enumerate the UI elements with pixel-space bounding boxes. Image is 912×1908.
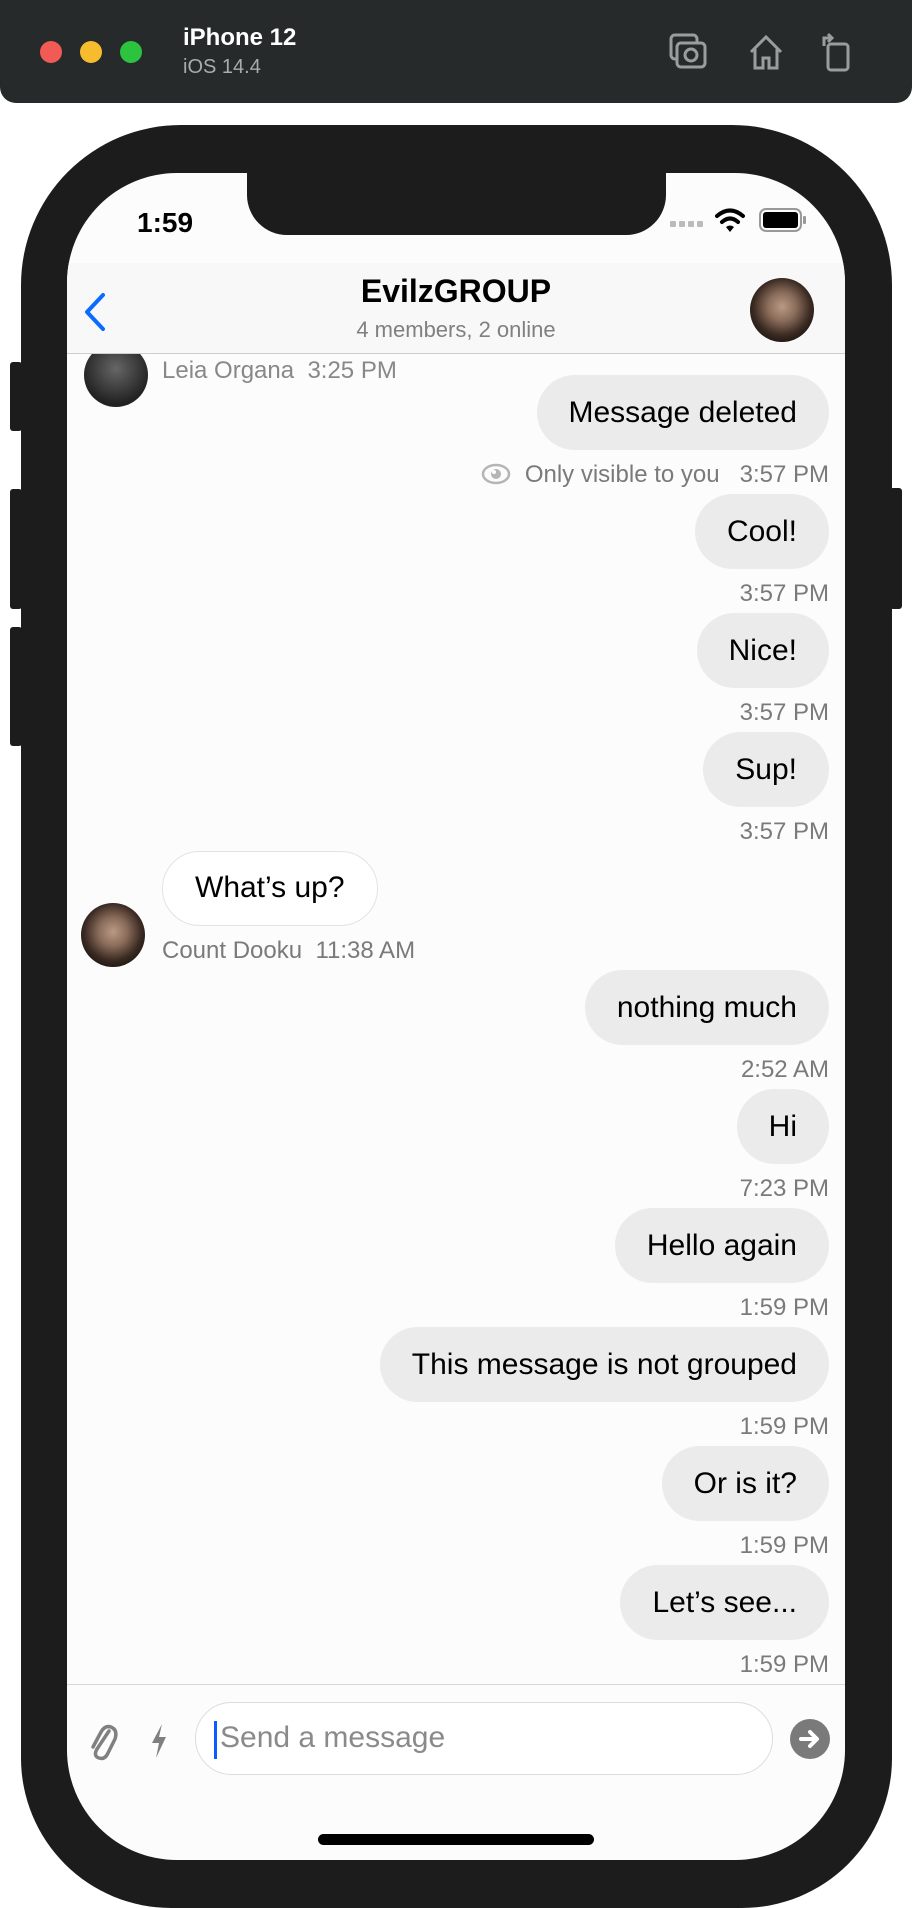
paperclip-icon[interactable] xyxy=(87,1721,119,1761)
close-window-button[interactable] xyxy=(40,41,62,63)
message-meta: 1:59 PM xyxy=(740,1651,829,1679)
status-time: 1:59 xyxy=(137,207,194,238)
signal-icon xyxy=(670,221,703,227)
group-avatar[interactable] xyxy=(750,278,814,342)
message-meta: 3:57 PM xyxy=(740,818,829,846)
message-meta: 2:52 AM xyxy=(741,1056,829,1084)
sender-avatar[interactable] xyxy=(81,903,145,967)
composer-divider xyxy=(67,1684,845,1685)
home-icon[interactable] xyxy=(746,32,786,72)
minimize-window-button[interactable] xyxy=(80,41,102,63)
message-time: 3:57 PM xyxy=(739,461,829,488)
chat-title: EvilzGROUP xyxy=(360,273,552,309)
chat-subtitle: 4 members, 2 online xyxy=(356,317,556,342)
message-meta: 1:59 PM xyxy=(740,1294,829,1322)
home-indicator[interactable] xyxy=(318,1834,594,1845)
message-time: 3:25 PM xyxy=(307,357,397,384)
wifi-icon xyxy=(715,208,745,232)
message-time: 1:59 PM xyxy=(739,1651,829,1678)
chat-header: EvilzGROUP 4 members, 2 online xyxy=(67,263,845,354)
message-input-placeholder: Send a message xyxy=(220,1721,446,1754)
message-time: 3:57 PM xyxy=(739,580,829,607)
zoom-window-button[interactable] xyxy=(120,41,142,63)
message-time: 2:52 AM xyxy=(740,1056,829,1083)
message-meta: 3:57 PM xyxy=(740,699,829,727)
visibility-note: Only visible to you xyxy=(524,461,720,488)
message-meta: 7:23 PM xyxy=(740,1175,829,1203)
partial-message-meta: Leia Organa 3:25 PM xyxy=(162,357,397,385)
outgoing-message-bubble[interactable]: Cool! xyxy=(694,494,829,569)
message-time: 1:59 PM xyxy=(739,1532,829,1559)
message-input[interactable]: Send a message xyxy=(195,1702,773,1775)
outgoing-message-bubble[interactable]: Hi xyxy=(736,1089,829,1164)
battery-icon xyxy=(759,208,806,232)
outgoing-message-bubble[interactable]: Let’s see... xyxy=(620,1565,829,1640)
message-time: 11:38 AM xyxy=(315,937,416,964)
sender-name: Leia Organa xyxy=(162,357,295,384)
message-meta: 1:59 PM xyxy=(740,1413,829,1441)
outgoing-message-bubble[interactable]: Or is it? xyxy=(661,1446,829,1521)
message-time: 3:57 PM xyxy=(739,818,829,845)
outgoing-message-bubble[interactable]: Message deleted xyxy=(536,375,829,450)
eye-icon xyxy=(481,463,511,485)
outgoing-message-bubble[interactable]: Nice! xyxy=(696,613,829,688)
rotate-icon[interactable] xyxy=(818,32,858,72)
message-meta: Count Dooku 11:38 AM xyxy=(162,937,415,965)
message-meta: Only visible to you 3:57 PM xyxy=(481,461,829,489)
os-version: iOS 14.4 xyxy=(183,56,261,78)
simulator-toolbar: iPhone 12 iOS 14.4 xyxy=(0,0,912,103)
screen: 1:59 Leia Organa 3:25 PM EvilzGROUP 4 me… xyxy=(67,173,845,1860)
notch xyxy=(247,173,666,235)
incoming-message-bubble[interactable]: What’s up? xyxy=(162,851,378,926)
device-frame: 1:59 Leia Organa 3:25 PM EvilzGROUP 4 me… xyxy=(21,125,892,1908)
outgoing-message-bubble[interactable]: Sup! xyxy=(703,732,829,807)
message-time: 3:57 PM xyxy=(739,699,829,726)
send-button[interactable] xyxy=(789,1718,831,1760)
sender-name: Count Dooku xyxy=(162,937,303,964)
message-meta: 3:57 PM xyxy=(740,580,829,608)
message-time: 1:59 PM xyxy=(739,1413,829,1440)
device-name: iPhone 12 xyxy=(183,24,297,51)
outgoing-message-bubble[interactable]: Hello again xyxy=(614,1208,829,1283)
lightning-icon[interactable] xyxy=(149,1723,169,1759)
screenshot-icon[interactable] xyxy=(668,32,708,72)
message-time: 7:23 PM xyxy=(739,1175,829,1202)
outgoing-message-bubble[interactable]: This message is not grouped xyxy=(379,1327,829,1402)
outgoing-message-bubble[interactable]: nothing much xyxy=(584,970,829,1045)
message-time: 1:59 PM xyxy=(739,1294,829,1321)
message-meta: 1:59 PM xyxy=(740,1532,829,1560)
text-caret xyxy=(214,1721,217,1759)
